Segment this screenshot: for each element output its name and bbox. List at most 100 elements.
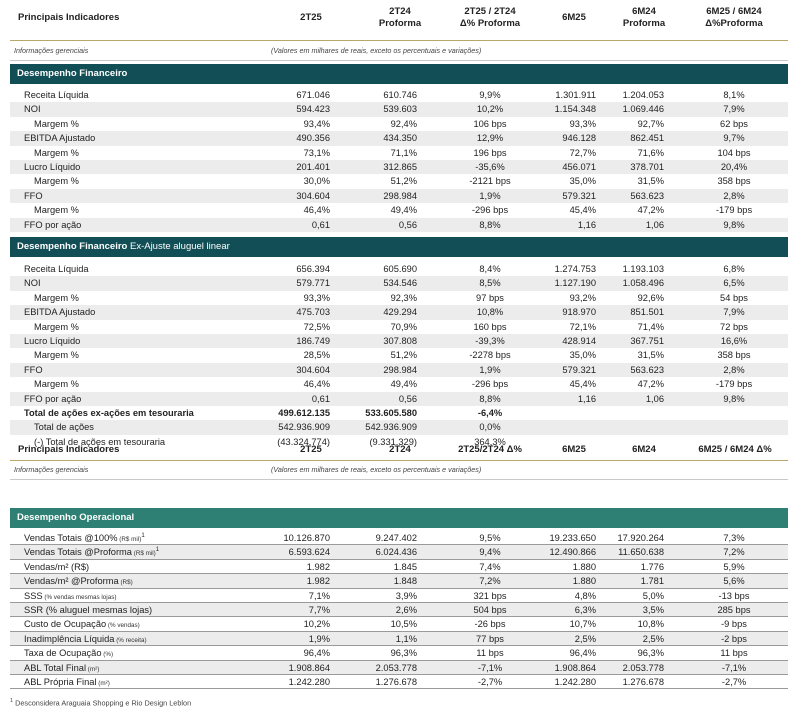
row-divider <box>10 573 788 575</box>
cell-col-0: 7,7% <box>308 605 330 615</box>
table-row: EBITDA Ajustado 475.703 429.294 10,8% 918.97… <box>10 305 788 320</box>
table-row: FFO por ação 0,61 0,56 8,8% 1,16 1,06 9,8% <box>10 217 788 232</box>
cell-col-4: 2.053.778 <box>622 662 664 673</box>
col-head-delta-q: 2T25/2T24 Δ% <box>458 444 522 455</box>
cell-col-4: 5,0% <box>642 590 664 601</box>
cell-col-0: 201.401 <box>296 162 330 172</box>
cell-col-4: 1.776 <box>640 561 664 572</box>
section-title: Desempenho Financeiro <box>17 68 128 79</box>
table-row: Total de ações 542.936.909 542.936.909 0,0% <box>10 420 788 435</box>
col-head-delta-6m: 6M25 / 6M24 Δ% <box>698 444 772 455</box>
cell-col-1: 51,2% <box>390 350 417 361</box>
cell-col-5: 16,6% <box>720 336 748 346</box>
cell-col-4: 96,3% <box>637 648 664 659</box>
table-row: Custo de Ocupação (% vendas) 10,2% 10,5% -2… <box>10 617 788 631</box>
section-financeiro-ex: Desempenho Financeiro Ex-Ajuste aluguel … <box>10 237 788 257</box>
table-row: SSS (% vendas mesmas lojas) 7,1% 3,9% 321 b… <box>10 589 788 603</box>
cell-col-0: 46,4% <box>303 205 330 216</box>
row-divider <box>10 558 788 560</box>
cell-col-4: 563.623 <box>630 190 664 201</box>
cell-col-1: 92,3% <box>390 292 417 303</box>
table-row: ABL Própria Final (m²) 1.242.280 1.276.678… <box>10 675 788 689</box>
table-row: Margem % 46,4% 49,4% -296 bps 45,4% 47,2% -179… <box>10 203 788 217</box>
cell-col-1: 534.546 <box>383 278 417 289</box>
cell-col-1: 1.276.678 <box>375 677 417 687</box>
col-head-delta-6m: 6M25 / 6M24 Δ%Proforma <box>705 6 763 29</box>
table-row: Vendas/m² (R$) 1.982 1.845 7,4% 1.880 1.776 5,… <box>10 560 788 574</box>
table-row: Taxa de Ocupação (%) 96,4% 96,3% 11 bps 96,4… <box>10 646 788 660</box>
row-label: FFO por ação <box>24 219 82 230</box>
col-head-delta-q: 2T25 / 2T24 Δ% Proforma <box>459 6 521 29</box>
cell-col-0: 656.394 <box>296 264 330 274</box>
cell-col-5: 6,5% <box>723 278 745 289</box>
header-rule <box>10 40 788 41</box>
cell-col-1: 51,2% <box>390 176 417 187</box>
cell-col-0: 93,4% <box>303 118 330 129</box>
cell-col-1: 298.984 <box>383 190 417 201</box>
cell-col-5: 2,8% <box>723 190 745 201</box>
cell-col-4: 31,5% <box>637 176 664 187</box>
section-title: Desempenho Operacional <box>17 512 135 523</box>
cell-col-5: 9,8% <box>723 393 745 404</box>
cell-col-4: 3,5% <box>642 605 664 615</box>
cell-col-1: 307.808 <box>383 336 417 346</box>
cell-col-1: 1.848 <box>393 576 417 587</box>
row-divider <box>10 659 788 661</box>
cell-col-4: 1.781 <box>640 576 664 587</box>
table-row: Inadimplência Líquida (% receita) 1,9% 1,1… <box>10 631 788 647</box>
cell-col-5: 7,9% <box>723 104 745 115</box>
header-label: Principais Indicadores <box>18 12 120 23</box>
table-row: Vendas Totais @100% (R$ mil)1 10.126.870 9… <box>10 531 788 545</box>
header-label: Principais Indicadores <box>18 444 120 455</box>
row-label: FFO <box>24 190 43 201</box>
row-divider <box>10 688 788 690</box>
cell-col-1: 2,6% <box>395 605 417 615</box>
cell-col-1: 10,5% <box>390 619 417 630</box>
cell-col-5: 9,7% <box>723 133 745 144</box>
cell-col-0: 542.936.909 <box>278 422 330 433</box>
cell-col-5: 285 bps <box>717 605 751 615</box>
cell-col-4: 92,7% <box>637 118 664 129</box>
section-title: Desempenho Financeiro Ex-Ajuste aluguel … <box>17 241 230 252</box>
cell-col-5: 6,8% <box>723 264 745 274</box>
cell-col-5: 9,8% <box>723 219 745 230</box>
cell-col-4: 47,2% <box>637 379 664 390</box>
cell-col-5: 72 bps <box>720 321 748 332</box>
cell-col-0: 6.593.624 <box>288 547 330 558</box>
table-row: FFO 304.604 298.984 1,9% 579.321 563.623 2,8% <box>10 362 788 378</box>
cell-col-0: 93,3% <box>303 292 330 303</box>
cell-col-4: 71,4% <box>637 321 664 332</box>
info-units: (Valores em milhares de reais, exceto os… <box>271 465 482 474</box>
cell-col-5: 5,9% <box>723 561 745 572</box>
row-label: Lucro Líquido <box>24 336 81 346</box>
cell-col-5: 7,2% <box>723 547 745 558</box>
row-label: Margem % <box>34 205 79 216</box>
info-units: (Valores em milhares de reais, exceto os… <box>271 46 482 55</box>
row-label: Margem % <box>34 379 79 390</box>
cell-col-4: 1,06 <box>645 219 664 230</box>
cell-col-4: 1.276.678 <box>622 677 664 687</box>
cell-col-1: 429.294 <box>383 307 417 318</box>
table-row: FFO por ação 0,61 0,56 8,8% 1,16 1,06 9,8% <box>10 391 788 406</box>
cell-col-0: 1.982 <box>306 576 330 587</box>
cell-col-1: 6.024.436 <box>375 547 417 558</box>
row-label: NOI <box>24 278 41 289</box>
cell-col-1: 542.936.909 <box>365 422 417 433</box>
cell-col-0: 10.126.870 <box>283 533 330 543</box>
table-header-1: Principais Indicadores 2T25 2T24 Proforma… <box>0 6 801 36</box>
row-label: SSR (% aluguel mesmas lojas) <box>24 605 153 615</box>
cell-col-0: 304.604 <box>296 364 330 375</box>
col-head-6m24: 6M24 Proforma <box>622 6 666 29</box>
cell-col-5: -2,7% <box>721 677 747 687</box>
cell-col-0: 7,1% <box>308 590 330 601</box>
row-label: EBITDA Ajustado <box>24 133 96 144</box>
cell-col-5: -179 bps <box>715 379 753 390</box>
cell-col-1: 539.603 <box>383 104 417 115</box>
cell-col-4: 17.920.264 <box>617 533 664 543</box>
table-row: Vendas Totais @Proforma (R$ mil)1 6.593.6… <box>10 545 788 560</box>
info-rule <box>10 60 788 61</box>
cell-col-4: 31,5% <box>637 350 664 361</box>
cell-col-1: 70,9% <box>390 321 417 332</box>
row-label: FFO por ação <box>24 393 82 404</box>
cell-col-5: -9 bps <box>721 619 747 630</box>
